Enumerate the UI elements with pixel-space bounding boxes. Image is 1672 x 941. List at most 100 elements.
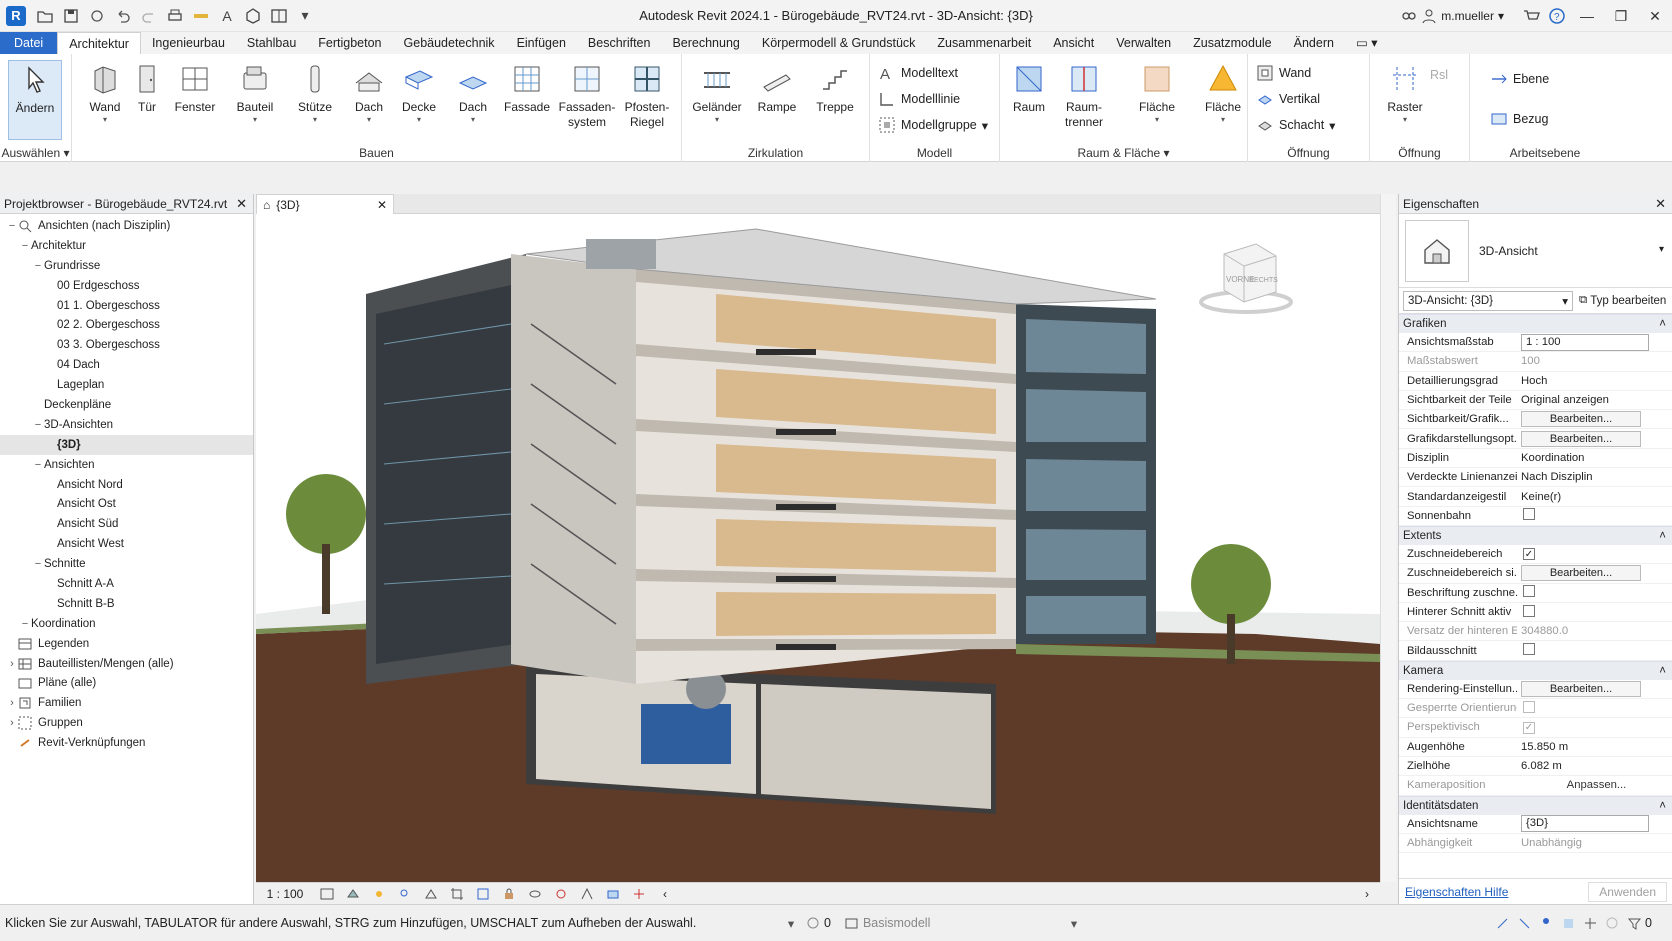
column-button[interactable]: Stütze ▾: [288, 60, 342, 140]
property-input[interactable]: {3D}: [1521, 815, 1649, 833]
scroll-right-icon[interactable]: ›: [1357, 886, 1377, 902]
tree-item[interactable]: − Ansichten: [0, 455, 253, 475]
grid-button[interactable]: Raster ▾: [1378, 60, 1432, 140]
tree-item[interactable]: 03 3. Obergeschoss: [0, 335, 253, 355]
analytical-model-icon[interactable]: [577, 886, 597, 902]
property-checkbox[interactable]: [1523, 585, 1535, 598]
ref-plane-small[interactable]: Rsl: [1430, 64, 1448, 86]
text-icon[interactable]: A: [216, 5, 238, 27]
tab-ingenieurbau[interactable]: Ingenieurbau: [141, 32, 236, 54]
select-links-icon[interactable]: [1491, 914, 1513, 932]
apply-button[interactable]: Anwenden: [1588, 881, 1667, 902]
tree-item[interactable]: › Gruppen: [0, 713, 253, 733]
expand-icon[interactable]: ›: [6, 658, 18, 670]
stair-button[interactable]: Treppe: [808, 60, 862, 140]
tree-item[interactable]: 04 Dach: [0, 355, 253, 375]
ribbon-display-toggle[interactable]: ▭ ▾: [1345, 32, 1389, 54]
property-link[interactable]: Anpassen...: [1517, 779, 1672, 791]
tab-gebaeudetechnik[interactable]: Gebäudetechnik: [393, 32, 506, 54]
design-options-icon[interactable]: [841, 914, 863, 932]
minimize-button[interactable]: —: [1570, 0, 1604, 32]
render-icon[interactable]: [421, 886, 441, 902]
sun-path-icon[interactable]: [369, 886, 389, 902]
window-button[interactable]: Fenster: [168, 60, 222, 140]
scroll-left-icon[interactable]: ‹: [655, 886, 675, 902]
tree-item[interactable]: Schnitt A-A: [0, 574, 253, 594]
tree-item[interactable]: − Grundrisse: [0, 256, 253, 276]
edit-type-button[interactable]: ⧉ Typ bearbeiten: [1579, 294, 1666, 307]
tree-item[interactable]: Revit-Verknüpfungen: [0, 733, 253, 753]
railing-button[interactable]: Geländer ▾: [690, 60, 744, 140]
tree-item[interactable]: 01 1. Obergeschoss: [0, 296, 253, 316]
temp-hide-icon[interactable]: [525, 886, 545, 902]
select-underlay-icon[interactable]: [1513, 914, 1535, 932]
collapse-group-icon[interactable]: ˄: [1659, 530, 1666, 542]
tab-beschriften[interactable]: Beschriften: [577, 32, 662, 54]
revit-logo[interactable]: R: [6, 5, 26, 26]
design-option-model[interactable]: Basismodell: [863, 916, 1063, 930]
tree-item[interactable]: Lageplan: [0, 375, 253, 395]
property-checkbox[interactable]: [1523, 700, 1535, 713]
tree-item[interactable]: Pläne (alle): [0, 673, 253, 693]
tab-stahlbau[interactable]: Stahlbau: [236, 32, 307, 54]
mullion-button[interactable]: Pfosten- Riegel: [620, 60, 674, 140]
collapse-group-icon[interactable]: ˄: [1659, 800, 1666, 812]
redo-icon[interactable]: [138, 5, 160, 27]
sync-icon[interactable]: [86, 5, 108, 27]
chevron-down-icon[interactable]: ▾: [780, 914, 802, 932]
background-process-icon[interactable]: [1601, 914, 1623, 932]
property-group-header[interactable]: Extents ˄: [1399, 525, 1672, 545]
user-account[interactable]: m.mueller ▾: [1421, 8, 1504, 24]
area-boundary-button[interactable]: Fläche ▾: [1196, 60, 1250, 140]
tree-item[interactable]: 00 Erdgeschoss: [0, 276, 253, 296]
tab-koerpermodell[interactable]: Körpermodell & Grundstück: [751, 32, 927, 54]
tree-item[interactable]: {3D}: [0, 434, 253, 455]
tree-item[interactable]: −3D-Ansichten: [0, 415, 253, 435]
type-selector[interactable]: 3D-Ansicht ▾: [1399, 214, 1672, 288]
datum-ref-button[interactable]: Bezug: [1490, 108, 1548, 130]
property-edit-button[interactable]: Bearbeiten...: [1521, 411, 1641, 428]
close-icon[interactable]: ✕: [236, 196, 247, 212]
select-dropdown[interactable]: Auswählen ▾: [0, 146, 71, 160]
properties-help-link[interactable]: Eigenschaften Hilfe: [1405, 885, 1508, 899]
room-separator-button[interactable]: Raum- trenner: [1054, 60, 1114, 140]
tab-verwalten[interactable]: Verwalten: [1105, 32, 1182, 54]
visual-style-icon[interactable]: [343, 886, 363, 902]
collapse-group-icon[interactable]: ˄: [1659, 665, 1666, 677]
floor-button[interactable]: Dach ▾: [446, 60, 500, 140]
reveal-hidden-icon[interactable]: [551, 886, 571, 902]
property-checkbox[interactable]: ✓: [1523, 721, 1535, 734]
collapse-icon[interactable]: −: [6, 220, 18, 232]
collapse-icon[interactable]: −: [19, 618, 31, 630]
select-pinned-icon[interactable]: [1535, 914, 1557, 932]
worksets-icon[interactable]: [802, 914, 824, 932]
shadows-icon[interactable]: [395, 886, 415, 902]
show-crop-icon[interactable]: [473, 886, 493, 902]
collapse-icon[interactable]: −: [32, 558, 44, 570]
facade-button[interactable]: Fassade: [500, 60, 554, 140]
expand-icon[interactable]: ›: [6, 717, 18, 729]
tab-zusammenarbeit[interactable]: Zusammenarbeit: [926, 32, 1042, 54]
filter-icon[interactable]: [1623, 914, 1645, 932]
property-edit-button[interactable]: Bearbeiten...: [1521, 430, 1641, 447]
reveal-constraints-icon[interactable]: [629, 886, 649, 902]
undo-icon[interactable]: [112, 5, 134, 27]
tree-item[interactable]: › Familien: [0, 693, 253, 713]
model-line-button[interactable]: Modelllinie: [878, 88, 960, 110]
property-checkbox[interactable]: ✓: [1523, 548, 1535, 561]
ceiling-button[interactable]: Decke ▾: [392, 60, 446, 140]
lock-view-icon[interactable]: [499, 886, 519, 902]
tree-item[interactable]: Ansicht Süd: [0, 514, 253, 534]
chevron-down-icon[interactable]: ▾: [1063, 914, 1085, 932]
chevron-down-icon[interactable]: ▾: [1659, 244, 1664, 255]
expand-icon[interactable]: ›: [6, 697, 18, 709]
opening-shaft-button[interactable]: Schacht ▾: [1256, 114, 1335, 136]
tab-berechnung[interactable]: Berechnung: [661, 32, 750, 54]
tab-einfuegen[interactable]: Einfügen: [506, 32, 577, 54]
ramp-button[interactable]: Rampe: [750, 60, 804, 140]
tree-item[interactable]: Legenden: [0, 634, 253, 654]
area-button[interactable]: Fläche ▾: [1130, 60, 1184, 140]
switch-windows-icon[interactable]: [268, 5, 290, 27]
close-view-icon[interactable]: ✕: [377, 198, 387, 212]
default-3d-icon[interactable]: [242, 5, 264, 27]
